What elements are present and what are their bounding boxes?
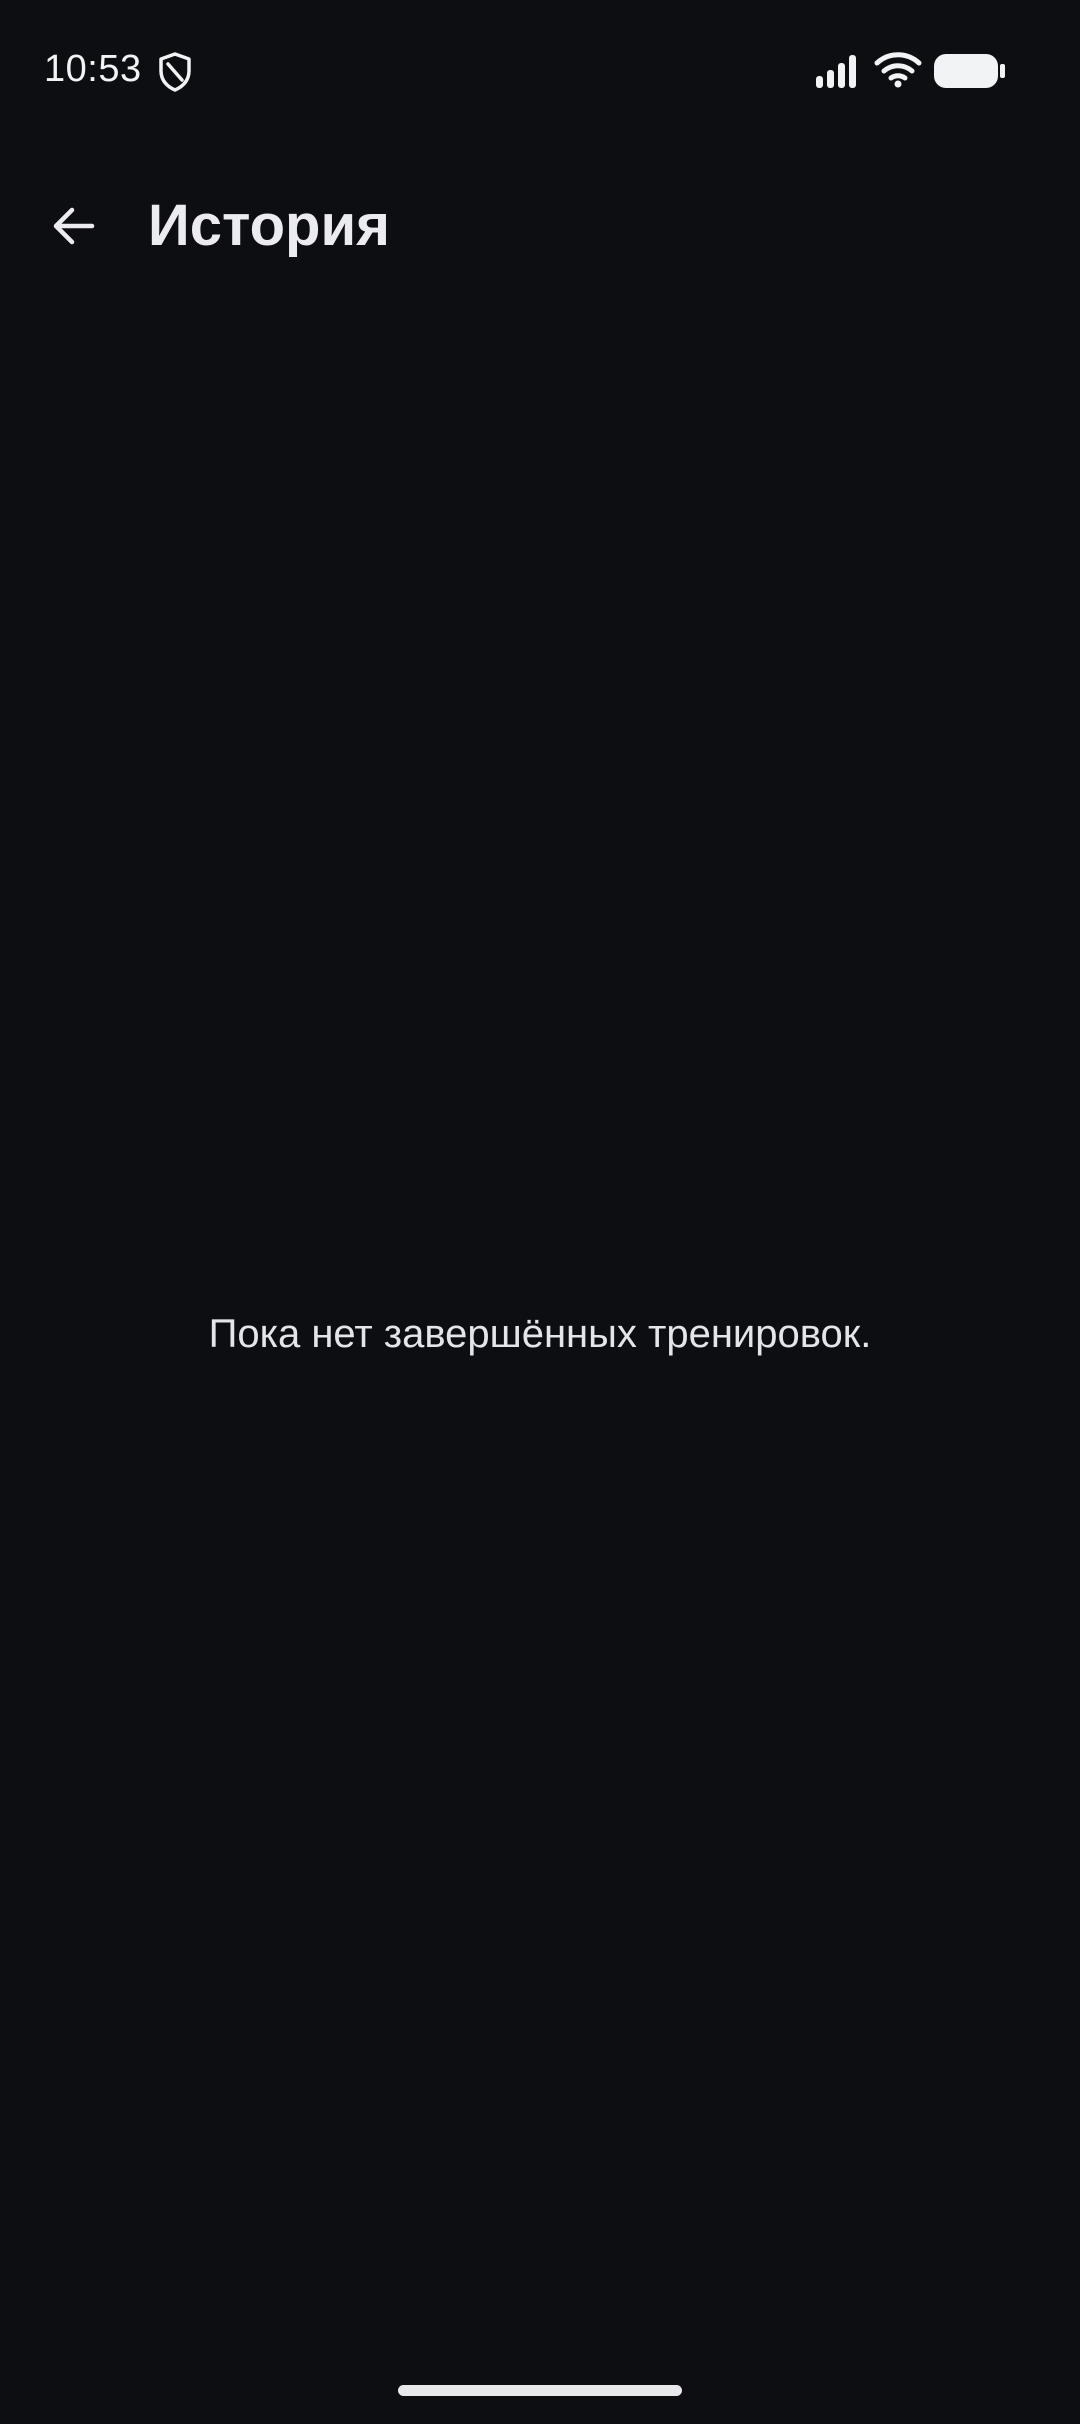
empty-state-message: Пока нет завершённых тренировок. bbox=[208, 1312, 872, 1356]
home-indicator[interactable] bbox=[398, 2385, 682, 2396]
page-title: История bbox=[148, 193, 390, 258]
screen: 10:53 История Пока нет завершённых трени… bbox=[0, 0, 1080, 2424]
signal-icon bbox=[816, 55, 856, 88]
shield-icon bbox=[159, 52, 191, 92]
arrow-left-icon bbox=[53, 207, 95, 245]
status-bar: 10:53 bbox=[0, 0, 1080, 140]
back-button[interactable] bbox=[30, 182, 118, 270]
status-time: 10:53 bbox=[44, 48, 142, 90]
battery-icon bbox=[934, 54, 1005, 88]
app-bar: История bbox=[0, 160, 1080, 290]
wifi-icon bbox=[874, 52, 922, 88]
